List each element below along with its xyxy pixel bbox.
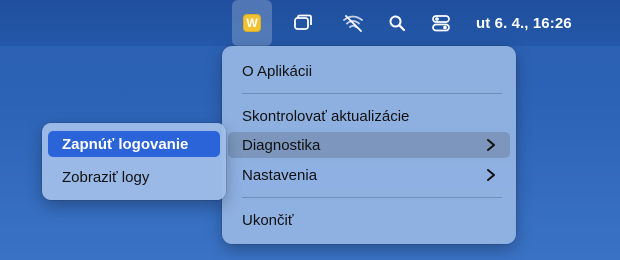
menu-item-diagnostics[interactable]: Diagnostika: [228, 132, 510, 158]
diagnostics-submenu: Zapnúť logovanie Zobraziť logy: [42, 123, 226, 200]
app-status-item[interactable]: W: [232, 0, 272, 46]
window-icon[interactable]: [290, 0, 316, 46]
submenu-item-label: Zobraziť logy: [62, 168, 150, 186]
menubar-clock[interactable]: ut 6. 4., 16:26: [476, 0, 616, 46]
search-icon[interactable]: [384, 0, 410, 46]
wifi-off-icon[interactable]: [340, 0, 366, 46]
submenu-item-enable-logging[interactable]: Zapnúť logovanie: [48, 131, 220, 157]
menu-item-check-updates[interactable]: Skontrolovať aktualizácie: [228, 103, 510, 129]
control-center-icon[interactable]: [428, 0, 454, 46]
chevron-right-icon: [487, 169, 495, 181]
menu-item-quit[interactable]: Ukončiť: [228, 207, 510, 233]
menu-bar: W ut 6. 4., 16:26: [0, 0, 620, 46]
submenu-item-label: Zapnúť logovanie: [62, 135, 189, 153]
menu-separator: [242, 197, 502, 198]
chevron-right-icon: [487, 139, 495, 151]
menu-separator: [242, 93, 502, 94]
menu-item-settings[interactable]: Nastavenia: [228, 162, 510, 188]
menu-item-label: Nastavenia: [242, 166, 318, 184]
menu-item-label: O Aplikácii: [242, 62, 313, 80]
menu-item-about[interactable]: O Aplikácii: [228, 58, 510, 84]
app-menu: O Aplikácii Skontrolovať aktualizácie Di…: [222, 46, 516, 244]
app-icon: W: [243, 14, 261, 32]
menu-item-label: Skontrolovať aktualizácie: [242, 107, 410, 125]
menu-item-label: Diagnostika: [242, 136, 321, 154]
menu-item-label: Ukončiť: [242, 211, 294, 229]
submenu-item-show-logs[interactable]: Zobraziť logy: [48, 164, 220, 190]
